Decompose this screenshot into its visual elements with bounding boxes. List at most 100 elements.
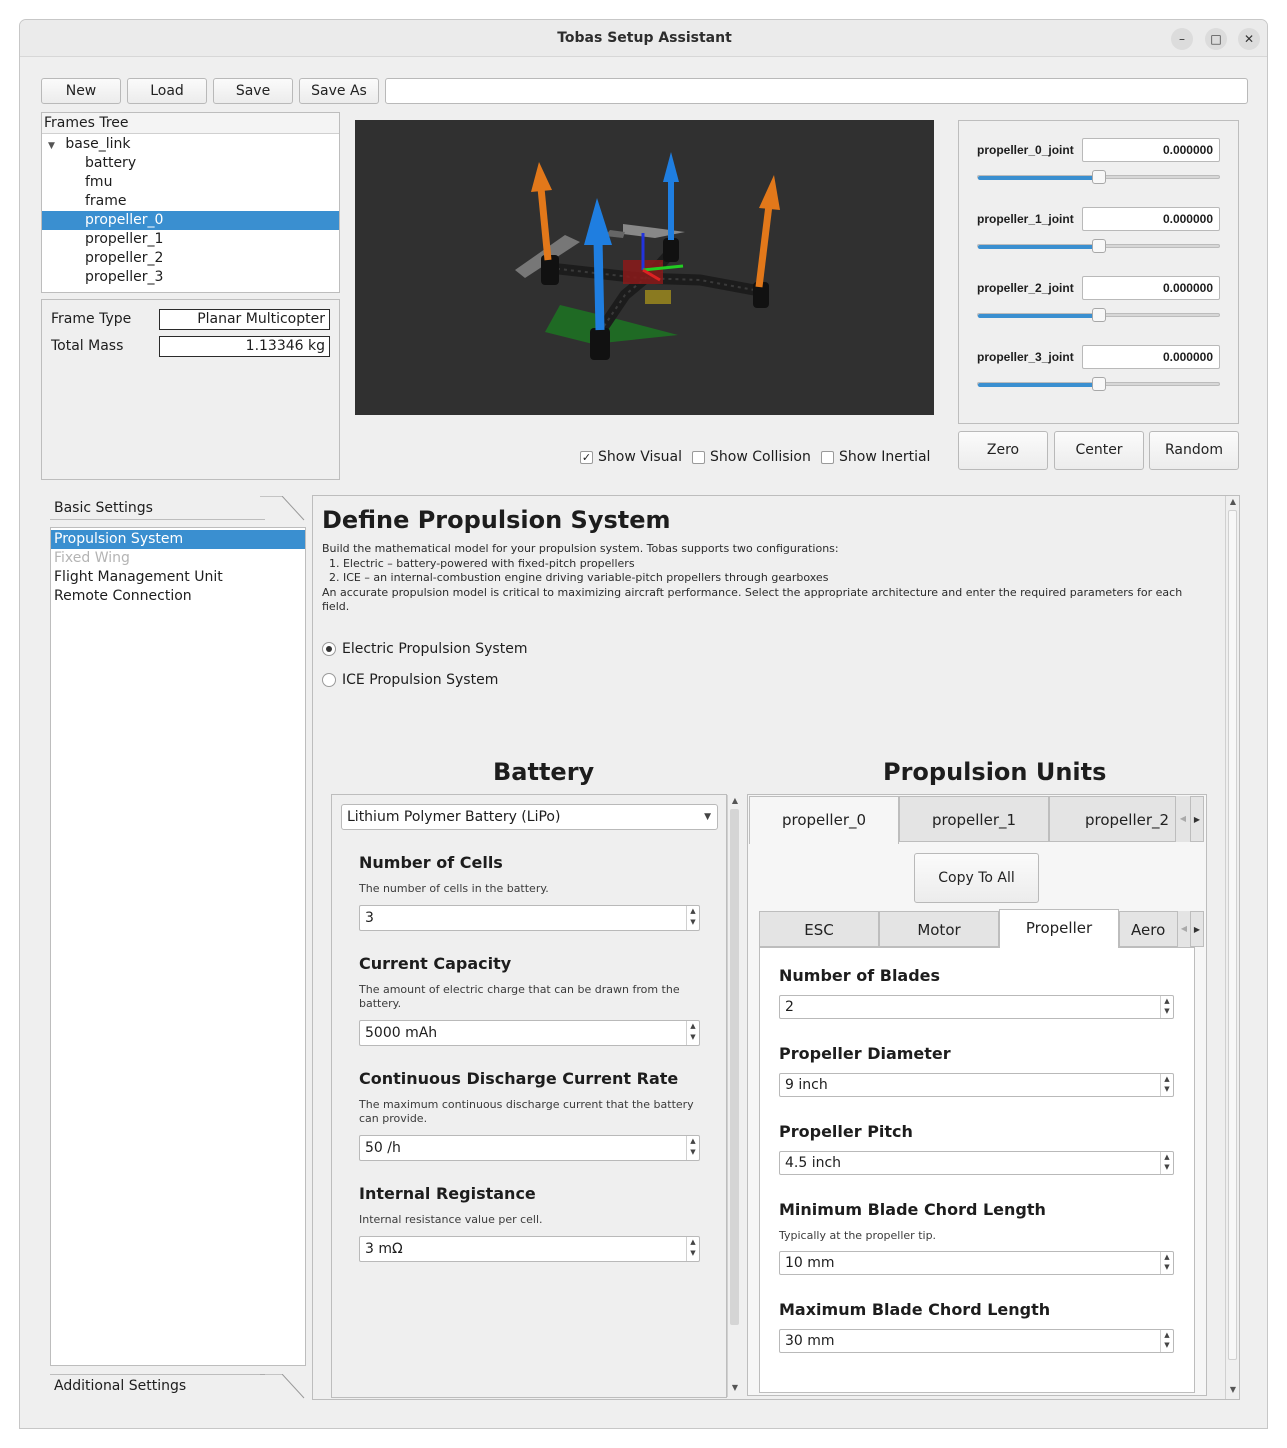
tree-node-frame[interactable]: frame bbox=[85, 192, 335, 211]
joint-value-field[interactable]: 0.000000 bbox=[1082, 345, 1220, 369]
show-collision-checkbox[interactable] bbox=[692, 451, 705, 464]
page-item-remote-connection[interactable]: Remote Connection bbox=[54, 587, 192, 606]
joint-slider-handle[interactable] bbox=[1092, 308, 1106, 322]
field-description: The number of cells in the battery. bbox=[359, 882, 549, 895]
load-button[interactable]: Load bbox=[127, 78, 207, 104]
zero-button[interactable]: Zero bbox=[958, 431, 1048, 470]
joint-value-field[interactable]: 0.000000 bbox=[1082, 207, 1220, 231]
spin-arrows-icon[interactable]: ▲ ▼ bbox=[686, 1021, 699, 1045]
spin-arrows-icon[interactable]: ▲ ▼ bbox=[1160, 1074, 1173, 1096]
joint-slider-handle[interactable] bbox=[1092, 239, 1106, 253]
spin-arrows-icon[interactable]: ▲ ▼ bbox=[1160, 996, 1173, 1018]
discharge-rate-spinbox[interactable]: 50 /h ▲ ▼ bbox=[359, 1135, 700, 1161]
tab-scroll-right-icon[interactable]: ▶ bbox=[1190, 796, 1204, 842]
ice-radio[interactable] bbox=[322, 673, 336, 687]
field-title: Internal Registance bbox=[359, 1184, 536, 1203]
page-scrollbar[interactable]: ▲ ▼ bbox=[1225, 496, 1239, 1399]
battery-scrollbar[interactable]: ▲ ▼ bbox=[727, 795, 741, 1397]
scrollbar-thumb[interactable] bbox=[1228, 510, 1237, 1360]
minimize-icon[interactable]: – bbox=[1171, 28, 1193, 50]
total-mass-label: Total Mass bbox=[51, 338, 124, 354]
subtab-scroll-right-icon[interactable]: ▶ bbox=[1190, 911, 1204, 947]
scroll-down-icon[interactable]: ▼ bbox=[1226, 1385, 1240, 1394]
page-item-fixed-wing: Fixed Wing bbox=[54, 550, 130, 566]
tab-motor[interactable]: Motor bbox=[879, 911, 999, 947]
joint-value-field[interactable]: 0.000000 bbox=[1082, 138, 1220, 162]
subtab-scroll-left-icon[interactable]: ◀ bbox=[1178, 911, 1190, 947]
tab-propeller-0[interactable]: propeller_0 bbox=[749, 796, 899, 844]
tab-propeller-1[interactable]: propeller_1 bbox=[899, 796, 1049, 842]
frames-tree: Frames Tree ▼ base_link battery fmu fram… bbox=[41, 112, 340, 293]
robot-3d-viewer[interactable] bbox=[355, 120, 934, 415]
spin-arrows-icon[interactable]: ▲ ▼ bbox=[686, 1136, 699, 1160]
random-button[interactable]: Random bbox=[1149, 431, 1239, 470]
spin-arrows-icon[interactable]: ▲ ▼ bbox=[1160, 1252, 1173, 1274]
frame-type-value: Planar Multicopter bbox=[159, 309, 330, 330]
scroll-down-icon[interactable]: ▼ bbox=[728, 1383, 742, 1392]
number-of-blades-spinbox[interactable]: 2 ▲ ▼ bbox=[779, 995, 1174, 1019]
page-item-flight-management-unit[interactable]: Flight Management Unit bbox=[54, 568, 223, 587]
file-path-field[interactable] bbox=[385, 78, 1248, 104]
tab-corner-shape bbox=[260, 1374, 305, 1399]
center-button[interactable]: Center bbox=[1054, 431, 1144, 470]
tab-propeller-2[interactable]: propeller_2 bbox=[1049, 796, 1176, 842]
max-chord-length-spinbox[interactable]: 30 mm ▲ ▼ bbox=[779, 1329, 1174, 1353]
joint-value-field[interactable]: 0.000000 bbox=[1082, 276, 1220, 300]
scrollbar-thumb[interactable] bbox=[730, 809, 739, 1325]
additional-settings-tab[interactable]: Additional Settings bbox=[50, 1374, 265, 1398]
electric-radio[interactable] bbox=[322, 642, 336, 656]
joint-slider-handle[interactable] bbox=[1092, 170, 1106, 184]
spin-arrows-icon[interactable]: ▲ ▼ bbox=[686, 1237, 699, 1261]
field-title: Minimum Blade Chord Length bbox=[779, 1200, 1046, 1219]
electric-radio-label: Electric Propulsion System bbox=[342, 641, 528, 657]
tree-node-propeller-3[interactable]: propeller_3 bbox=[85, 268, 335, 287]
save-as-button[interactable]: Save As bbox=[299, 78, 379, 104]
page-title: Define Propulsion System bbox=[322, 506, 671, 534]
internal-resistance-spinbox[interactable]: 3 mΩ ▲ ▼ bbox=[359, 1236, 700, 1262]
tree-node-fmu[interactable]: fmu bbox=[85, 173, 335, 192]
propeller-diameter-spinbox[interactable]: 9 inch ▲ ▼ bbox=[779, 1073, 1174, 1097]
field-title: Current Capacity bbox=[359, 954, 512, 973]
spin-arrows-icon[interactable]: ▲ ▼ bbox=[1160, 1152, 1173, 1174]
tab-esc[interactable]: ESC bbox=[759, 911, 879, 947]
joint-slider-handle[interactable] bbox=[1092, 377, 1106, 391]
spin-arrows-icon[interactable]: ▲ ▼ bbox=[1160, 1330, 1173, 1352]
tree-node-battery[interactable]: battery bbox=[85, 154, 335, 173]
tree-node-base-link[interactable]: ▼ base_link bbox=[48, 135, 338, 154]
copy-to-all-button[interactable]: Copy To All bbox=[914, 853, 1039, 903]
ice-radio-label: ICE Propulsion System bbox=[342, 672, 499, 688]
tab-scroll-left-icon[interactable]: ◀ bbox=[1176, 796, 1190, 842]
number-of-cells-spinbox[interactable]: 3 ▲ ▼ bbox=[359, 905, 700, 931]
tree-node-propeller-1[interactable]: propeller_1 bbox=[85, 230, 335, 249]
maximize-icon[interactable]: □ bbox=[1205, 28, 1227, 50]
current-capacity-spinbox[interactable]: 5000 mAh ▲ ▼ bbox=[359, 1020, 700, 1046]
show-inertial-checkbox[interactable] bbox=[821, 451, 834, 464]
new-button[interactable]: New bbox=[41, 78, 121, 104]
field-title: Continuous Discharge Current Rate bbox=[359, 1069, 679, 1088]
expand-arrow-icon[interactable]: ▼ bbox=[48, 141, 55, 151]
show-visual-checkbox[interactable]: ✓ bbox=[580, 451, 593, 464]
show-collision-label: Show Collision bbox=[710, 449, 811, 465]
show-visual-label: Show Visual bbox=[598, 449, 683, 465]
save-button[interactable]: Save bbox=[213, 78, 293, 104]
spin-arrows-icon[interactable]: ▲ ▼ bbox=[686, 906, 699, 930]
basic-settings-tab[interactable]: Basic Settings bbox=[50, 496, 265, 520]
field-description: The maximum continuous discharge current… bbox=[359, 1098, 694, 1125]
scroll-up-icon[interactable]: ▲ bbox=[1226, 497, 1240, 506]
scroll-up-icon[interactable]: ▲ bbox=[728, 796, 742, 805]
tab-propeller[interactable]: Propeller bbox=[999, 909, 1119, 948]
window-title: Tobas Setup Assistant bbox=[557, 30, 732, 46]
propulsion-units-heading: Propulsion Units bbox=[883, 758, 1107, 786]
close-icon[interactable]: ✕ bbox=[1238, 28, 1260, 50]
frames-tree-header: Frames Tree bbox=[42, 113, 339, 134]
tree-node-propeller-0[interactable]: propeller_0 bbox=[85, 211, 335, 230]
propeller-pitch-spinbox[interactable]: 4.5 inch ▲ ▼ bbox=[779, 1151, 1174, 1175]
page-item-propulsion-system[interactable]: Propulsion System bbox=[54, 530, 183, 549]
battery-heading: Battery bbox=[493, 758, 595, 786]
tab-aero[interactable]: Aero bbox=[1119, 911, 1178, 947]
joint-name-label: propeller_0_joint bbox=[977, 143, 1074, 157]
tree-node-propeller-2[interactable]: propeller_2 bbox=[85, 249, 335, 268]
battery-type-dropdown[interactable]: Lithium Polymer Battery (LiPo) ▼ bbox=[341, 804, 718, 830]
min-chord-length-spinbox[interactable]: 10 mm ▲ ▼ bbox=[779, 1251, 1174, 1275]
dropdown-arrow-icon: ▼ bbox=[704, 812, 711, 822]
